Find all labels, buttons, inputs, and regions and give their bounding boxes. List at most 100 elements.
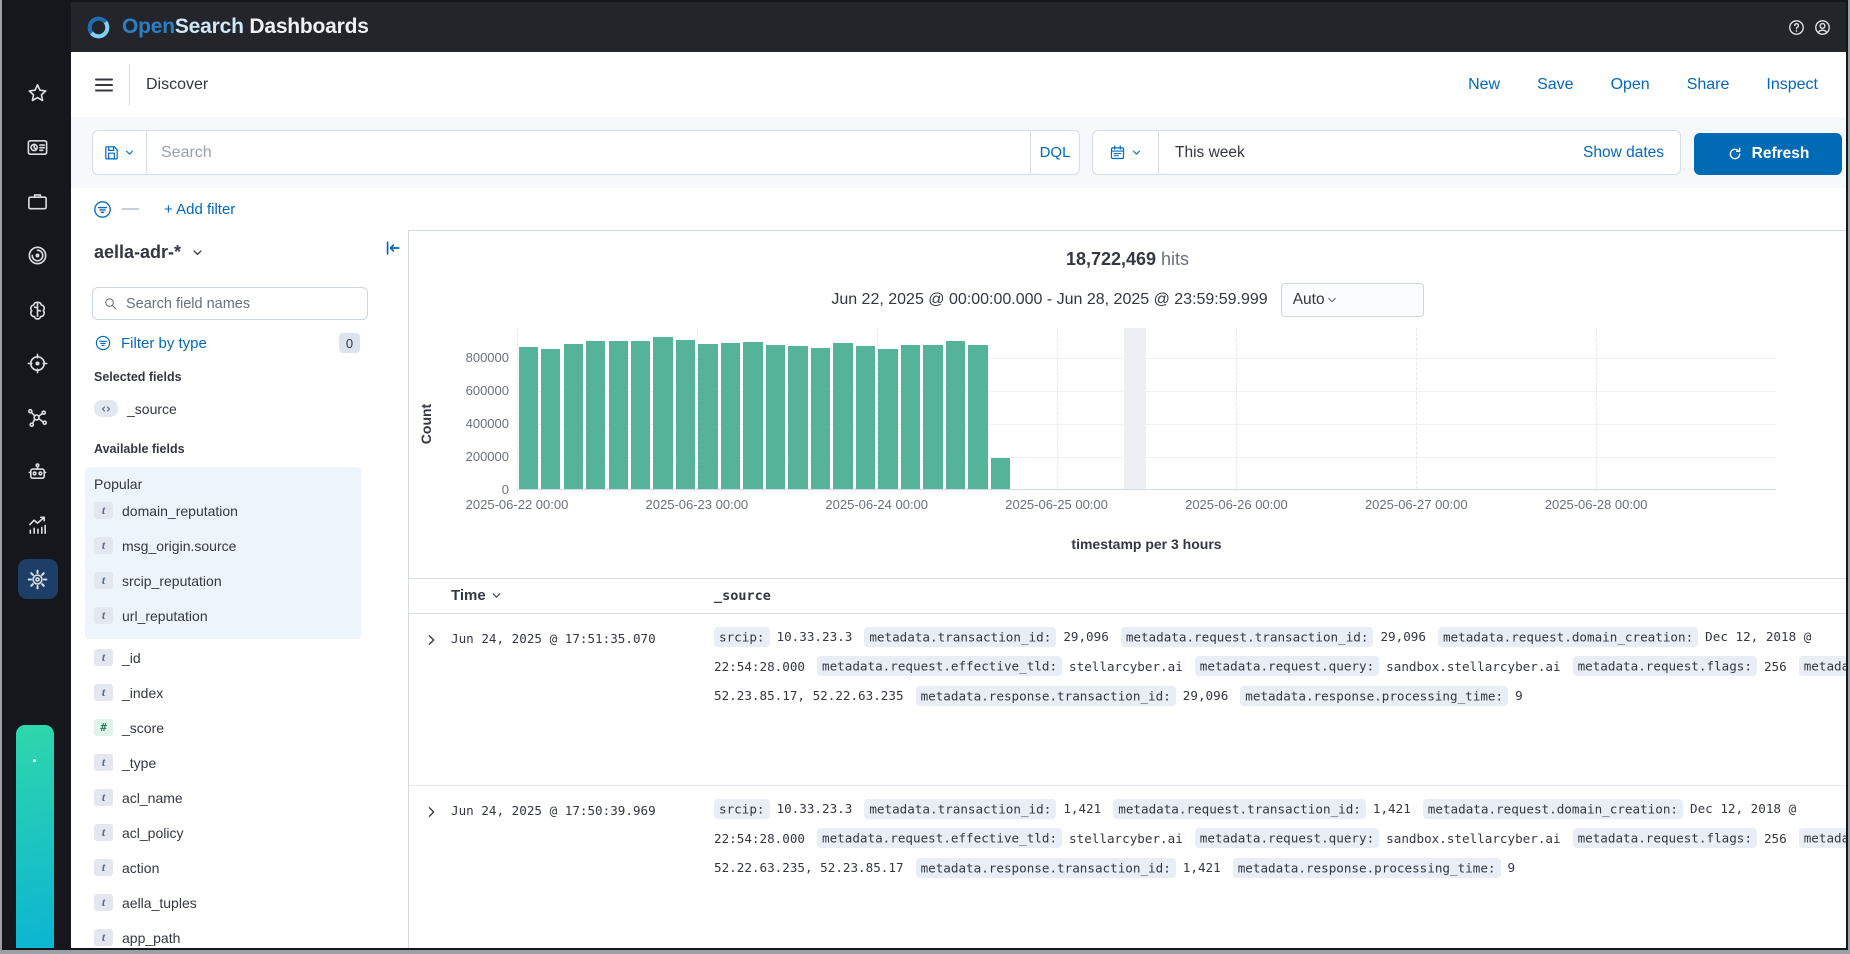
user-avatar-icon[interactable] [1813,18,1832,37]
rail-favorites-button[interactable] [18,73,58,113]
field-item-action[interactable]: taction [85,850,361,885]
source-field-name: srcip: [714,627,770,647]
time-range-value[interactable]: This week [1175,144,1245,162]
histogram-bar[interactable] [878,349,897,489]
histogram-bar[interactable] [631,341,650,489]
action-save-link[interactable]: Save [1537,76,1573,94]
rail-correlations-button[interactable] [18,397,58,437]
selected-fields-header: Selected fields [94,370,182,384]
radar-icon [26,244,49,267]
popular-fields-section: Popular t domain_reputation tmsg_origin.so… [85,467,361,639]
action-inspect-link[interactable]: Inspect [1766,76,1818,94]
field-item-msg_origin.source[interactable]: tmsg_origin.source [85,528,361,563]
field-item-domain_reputation[interactable]: t domain_reputation [85,493,361,528]
popular-header: Popular [85,467,361,493]
refresh-button[interactable]: Refresh [1694,133,1842,175]
x-tick-label: 2025-06-23 00:00 [627,497,767,512]
rail-investigate-button[interactable] [18,235,58,275]
chevron-down-icon [123,146,136,159]
page-title: Discover [146,76,208,94]
histogram-bar[interactable] [721,343,740,489]
time-column-header[interactable]: Time [451,587,503,604]
histogram-bar[interactable] [743,342,762,489]
histogram-bar[interactable] [609,341,628,489]
text-field-icon: t [94,502,113,519]
expand-row-icon[interactable] [423,632,439,648]
add-filter-button[interactable]: + Add filter [164,201,235,218]
histogram-chart[interactable]: 02000004000006000008000002025-06-22 00:0… [517,328,1776,490]
field-item-_type[interactable]: t_type [85,745,361,780]
help-icon[interactable] [1787,18,1806,37]
field-item-_index[interactable]: t_index [85,675,361,710]
histogram-bar[interactable] [676,340,695,489]
save-query-icon [103,144,120,161]
rail-reports-button[interactable] [18,505,58,545]
histogram-bar[interactable] [856,346,875,489]
histogram-bar[interactable] [968,345,987,489]
sort-desc-icon[interactable] [490,589,503,602]
field-item-app_path[interactable]: tapp_path [85,920,361,950]
histogram-bar[interactable] [564,344,583,489]
hits-label: hits [1161,249,1189,269]
field-item-srcip_reputation[interactable]: tsrcip_reputation [85,563,361,598]
available-fields-list: t_idt_index#_scoret_typetacl_nametacl_po… [85,640,361,950]
filter-by-type-button[interactable]: Filter by type 0 [94,331,360,355]
date-quick-select-button[interactable] [1093,131,1159,174]
rail-cases-button[interactable] [18,181,58,221]
histogram-bar[interactable] [586,341,605,489]
histogram-bar[interactable] [923,345,942,489]
calendar-icon [1109,144,1126,161]
field-name: domain_reputation [122,503,238,519]
field-item-aella_tuples[interactable]: taella_tuples [85,885,361,920]
histogram-bar[interactable] [946,341,965,489]
histogram-bar[interactable] [811,348,830,489]
rail-settings-button[interactable] [18,559,58,599]
rail-threat-hunting-button[interactable] [18,343,58,383]
x-tick-label: 2025-06-28 00:00 [1526,497,1666,512]
menu-hamburger-icon[interactable] [92,73,116,97]
field-search-input[interactable] [118,296,367,312]
opensearch-logo[interactable]: OpenSearch Dashboards [84,13,369,42]
action-share-link[interactable]: Share [1687,76,1730,94]
histogram-bar[interactable] [541,349,560,489]
source-field-value: 10.33.23.3 [777,801,853,816]
histogram-bar[interactable] [698,344,717,489]
histogram-bar[interactable] [766,345,785,489]
search-input[interactable] [147,131,1030,174]
dql-language-button[interactable]: DQL [1030,131,1079,174]
selected-field-source[interactable]: _source [94,400,177,417]
filter-icon [94,334,112,352]
source-field-name: metadata.request.flags: [1573,656,1757,676]
source-field-value: stellarcyber.ai [1069,831,1183,846]
source-field-name: metadata.transaction_id: [864,799,1056,819]
action-new-link[interactable]: New [1468,76,1500,94]
histogram-bar[interactable] [833,343,852,489]
field-item-_id[interactable]: t_id [85,640,361,675]
histogram-bar[interactable] [653,337,672,489]
field-item-_score[interactable]: #_score [85,710,361,745]
chart-trend-icon [26,514,49,537]
histogram-bar[interactable] [991,458,1010,489]
field-name: msg_origin.source [122,538,236,554]
rail-dashboards-button[interactable] [18,127,58,167]
interval-select[interactable]: Auto [1281,283,1424,317]
x-tick-label: 2025-06-22 00:00 [447,497,587,512]
action-open-link[interactable]: Open [1611,76,1650,94]
field-item-acl_policy[interactable]: tacl_policy [85,815,361,850]
saved-query-menu-button[interactable] [93,131,147,174]
rail-assistant-button[interactable] [18,451,58,491]
hits-line: 18,722,469 hits [409,249,1846,270]
expand-row-icon[interactable] [423,804,439,820]
histogram-bar[interactable] [519,347,538,489]
source-field-value: 29,096 [1063,629,1109,644]
histogram-bar[interactable] [788,346,807,489]
field-item-acl_name[interactable]: tacl_name [85,780,361,815]
index-pattern-selector[interactable]: aella-adr-* [94,242,205,263]
rail-machine-learning-button[interactable] [18,289,58,329]
histogram-bar[interactable] [901,345,920,489]
source-field-value: 1,421 [1373,801,1411,816]
show-dates-button[interactable]: Show dates [1583,144,1664,162]
filter-icon[interactable] [92,199,113,220]
collapse-sidebar-icon[interactable] [383,238,403,258]
field-item-url_reputation[interactable]: turl_reputation [85,598,361,633]
